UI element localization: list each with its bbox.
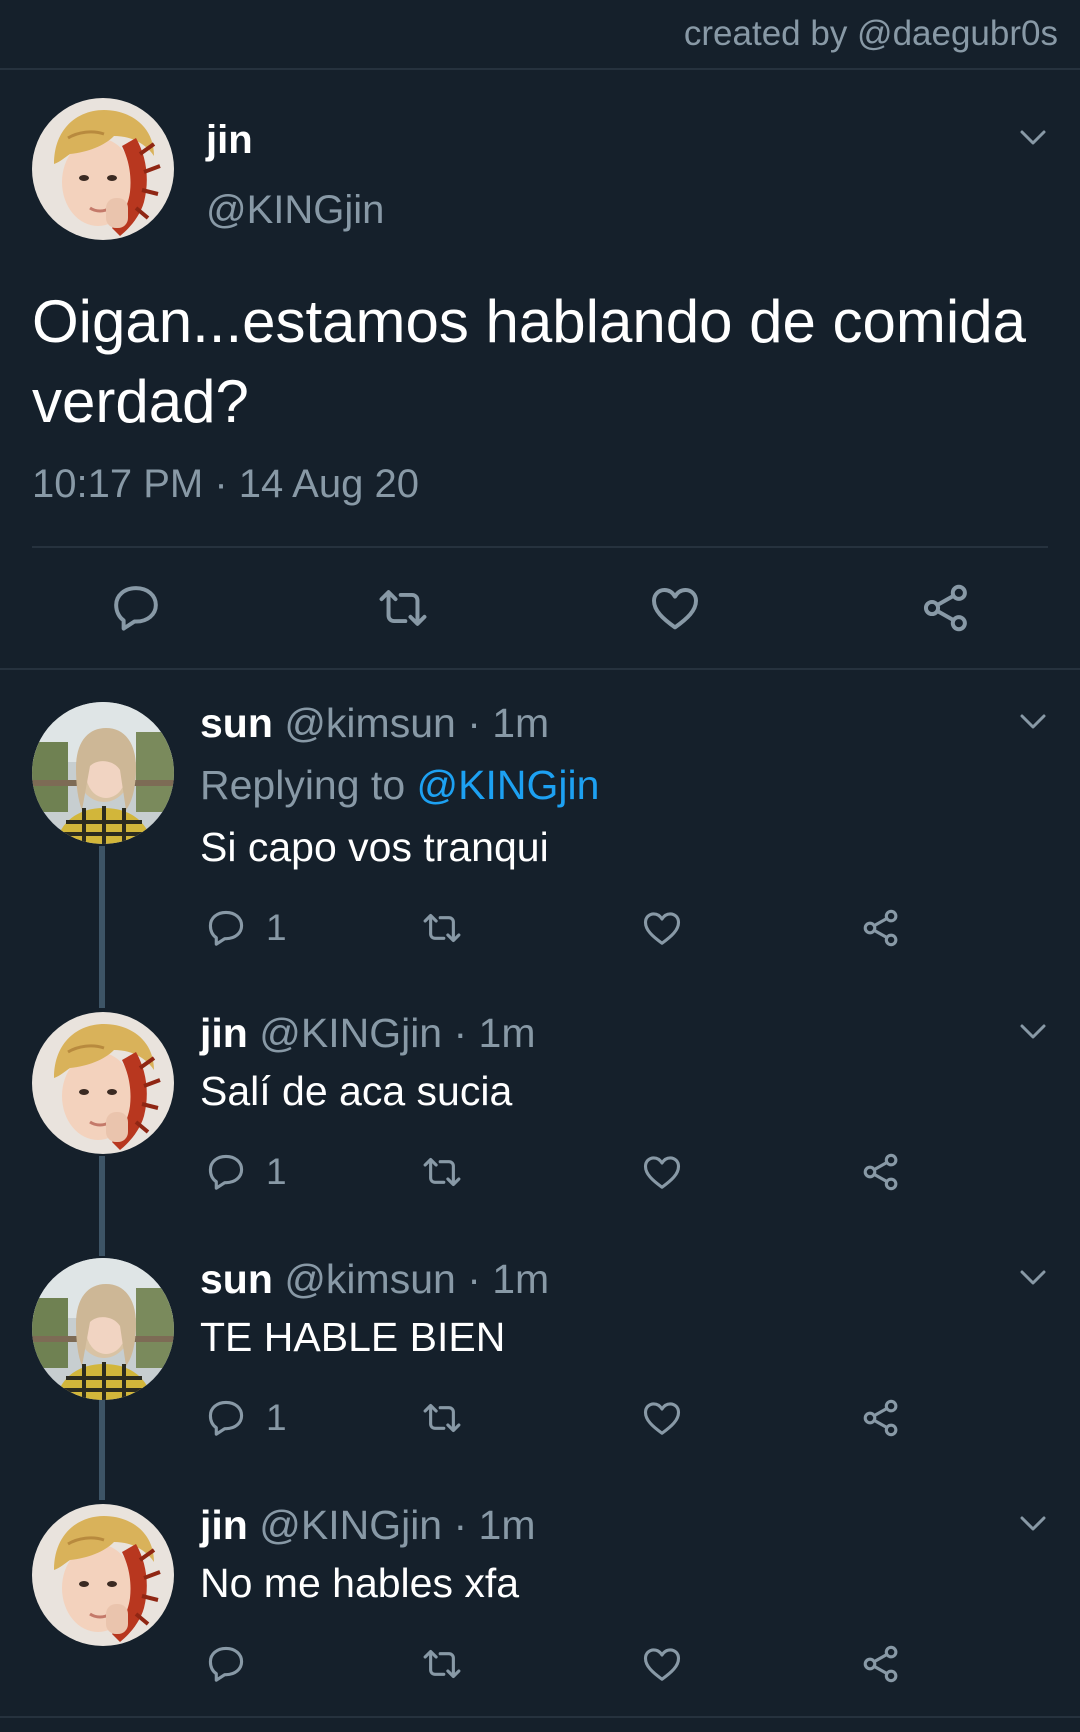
- main-tweet-divider: [32, 546, 1048, 548]
- retweet-icon[interactable]: [420, 1640, 464, 1688]
- main-tweet-text: Oigan...estamos hablando de comida verda…: [32, 288, 1026, 435]
- avatar-sun[interactable]: [32, 702, 174, 844]
- retweet-icon[interactable]: [420, 904, 464, 952]
- reply-text: No me hables xfa: [200, 1560, 520, 1606]
- like-icon[interactable]: [640, 1148, 684, 1196]
- reply-author-handle[interactable]: @kimsun · 1m: [284, 700, 549, 746]
- main-tweet-name[interactable]: jin: [206, 118, 253, 163]
- main-tweet-handle[interactable]: @KINGjin: [206, 188, 384, 233]
- thread-line: [99, 1400, 105, 1500]
- reply-button[interactable]: 1: [204, 1148, 287, 1196]
- reply-button[interactable]: 1: [204, 904, 287, 952]
- main-tweet-timestamp[interactable]: 10:17 PM · 14 Aug 20: [32, 462, 419, 507]
- chevron-down-icon[interactable]: [1018, 712, 1048, 732]
- share-icon[interactable]: [918, 580, 974, 636]
- reply-author-handle[interactable]: @kimsun · 1m: [284, 1256, 549, 1302]
- like-icon[interactable]: [640, 1394, 684, 1442]
- reply-count: 1: [266, 1397, 287, 1438]
- avatar-jin[interactable]: [32, 1504, 174, 1646]
- reply-author-name[interactable]: sun: [200, 1256, 273, 1302]
- share-icon[interactable]: [859, 1394, 903, 1442]
- reply-icon: [204, 906, 248, 950]
- retweet-icon[interactable]: [420, 1394, 464, 1442]
- reply-count: 1: [266, 907, 287, 948]
- reply-button[interactable]: 1: [204, 1394, 287, 1442]
- reply-header[interactable]: sun @kimsun · 1m: [200, 700, 549, 747]
- reply-text: TE HABLE BIEN: [200, 1314, 506, 1360]
- reply-text: Si capo vos tranqui: [200, 824, 549, 870]
- mention-link[interactable]: @KINGjin: [417, 762, 600, 808]
- avatar-jin[interactable]: [32, 1012, 174, 1154]
- reply-icon: [204, 1396, 248, 1440]
- avatar-sun[interactable]: [32, 1258, 174, 1400]
- reply-count: 1: [266, 1151, 287, 1192]
- main-tweet-bottom-divider: [0, 668, 1080, 670]
- like-icon[interactable]: [640, 904, 684, 952]
- thread-line: [99, 846, 105, 1008]
- chevron-down-icon[interactable]: [1018, 1514, 1048, 1534]
- share-icon[interactable]: [859, 1640, 903, 1688]
- retweet-icon[interactable]: [420, 1148, 464, 1196]
- chevron-down-icon[interactable]: [1018, 1268, 1048, 1288]
- share-icon[interactable]: [859, 1148, 903, 1196]
- reply-author-handle[interactable]: @KINGjin · 1m: [259, 1010, 535, 1056]
- reply-header[interactable]: sun @kimsun · 1m: [200, 1256, 549, 1303]
- like-icon[interactable]: [640, 1640, 684, 1688]
- reply-button[interactable]: [204, 1640, 266, 1688]
- chevron-down-icon[interactable]: [1018, 128, 1048, 148]
- avatar-jin[interactable]: [32, 98, 174, 240]
- reply-icon: [204, 1150, 248, 1194]
- reply-text: Salí de aca sucia: [200, 1068, 513, 1114]
- reply-author-name[interactable]: jin: [200, 1010, 248, 1056]
- bottom-divider: [0, 1716, 1080, 1718]
- credit-watermark: created by @daegubr0s: [683, 14, 1058, 53]
- reply-author-name[interactable]: jin: [200, 1502, 248, 1548]
- reply-author-name[interactable]: sun: [200, 700, 273, 746]
- reply-icon: [204, 1642, 248, 1686]
- like-icon[interactable]: [647, 580, 703, 636]
- reply-header[interactable]: jin @KINGjin · 1m: [200, 1010, 536, 1057]
- share-icon[interactable]: [859, 904, 903, 952]
- thread-line: [99, 1156, 105, 1256]
- replying-to-line: Replying to @KINGjin: [200, 762, 599, 809]
- reply-header[interactable]: jin @KINGjin · 1m: [200, 1502, 536, 1549]
- reply-author-handle[interactable]: @KINGjin · 1m: [259, 1502, 535, 1548]
- retweet-icon[interactable]: [375, 580, 431, 636]
- reply-icon[interactable]: [108, 580, 164, 636]
- header-divider: [0, 68, 1080, 70]
- chevron-down-icon[interactable]: [1018, 1022, 1048, 1042]
- replying-to-label: Replying to: [200, 762, 417, 808]
